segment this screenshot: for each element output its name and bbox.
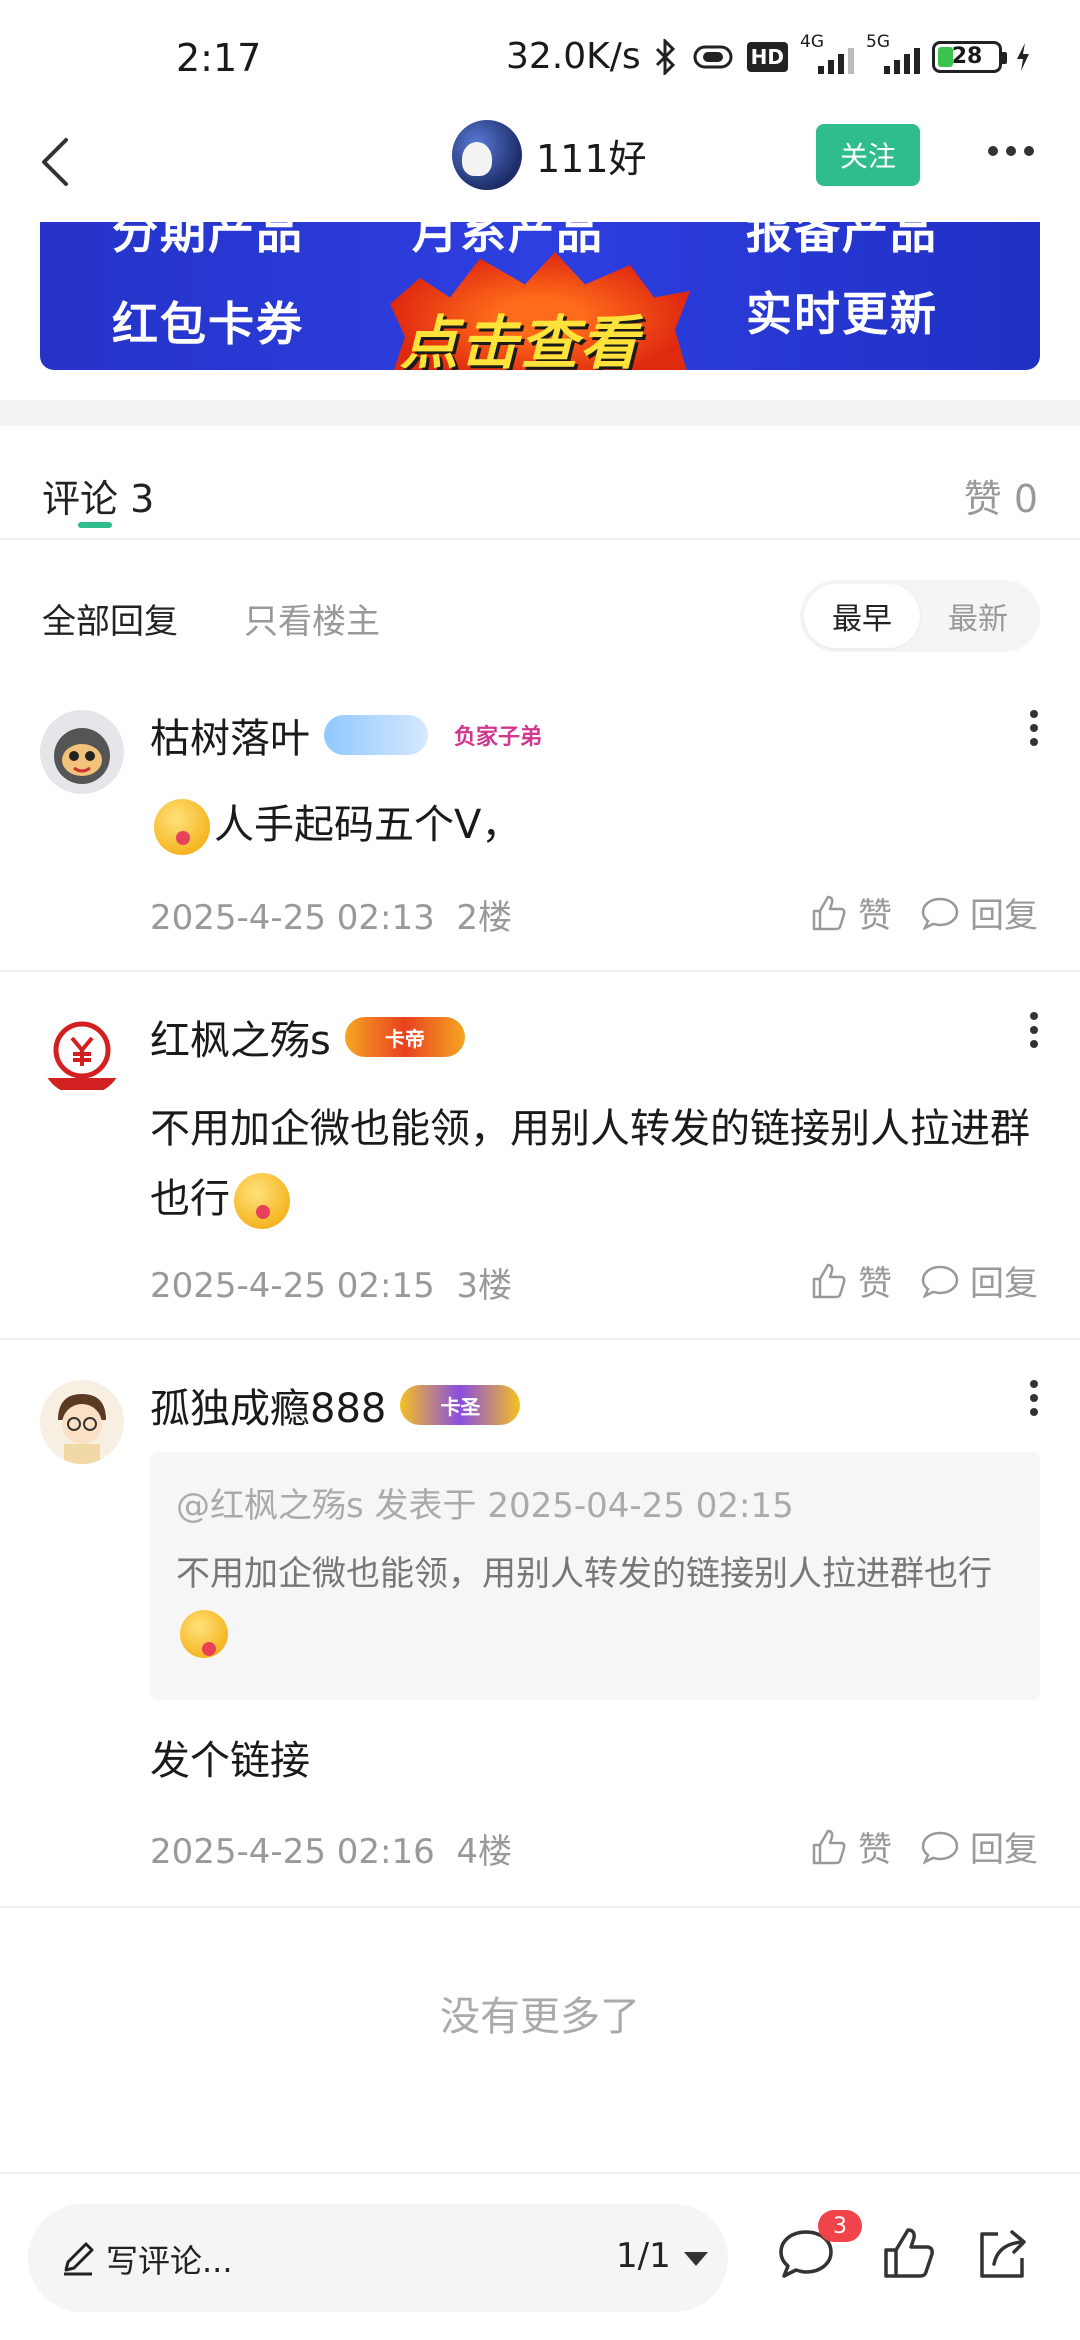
quote-header: @红枫之殇s 发表于 2025-04-25 02:15 bbox=[176, 1486, 794, 1526]
comment-count-badge: 3 bbox=[818, 2210, 862, 2242]
thumbs-up-icon bbox=[812, 895, 846, 930]
reply-button[interactable]: 回复 bbox=[920, 1256, 1038, 1305]
bluetooth-icon bbox=[655, 38, 675, 75]
write-comment-input[interactable]: 写评论... 1/1 bbox=[28, 2204, 728, 2312]
filter-all-replies[interactable]: 全部回复 bbox=[42, 594, 178, 643]
chat-bubble-icon bbox=[921, 897, 959, 931]
comment-text: 不用加企微也能领，用别人转发的链接别人拉进群也行 bbox=[150, 1094, 1050, 1234]
thumbs-up-icon bbox=[812, 1829, 846, 1864]
comment-meta: 2025-4-25 02:15 3楼 bbox=[150, 1258, 512, 1307]
comment-floor: 4楼 bbox=[456, 1832, 513, 1872]
status-time: 2:17 bbox=[176, 36, 262, 80]
emoji-icon bbox=[180, 1609, 228, 1658]
charging-icon bbox=[1017, 42, 1029, 71]
banner-text-monthly: 月系产品 bbox=[412, 222, 604, 259]
quoted-reply[interactable]: @红枫之殇s 发表于 2025-04-25 02:15 不用加企微也能领，用别人… bbox=[150, 1452, 1040, 1700]
tab-likes[interactable]: 赞 0 bbox=[964, 468, 1038, 523]
comment-time: 2025-4-25 02:13 bbox=[150, 898, 435, 938]
status-icons: 32.0K/s HD 4G 5G 28 bbox=[506, 32, 1032, 77]
comment-actions: 赞 回复 bbox=[808, 1256, 1038, 1305]
comment-text: 发个链接 bbox=[150, 1738, 310, 1784]
banner-text-realtime: 实时更新 bbox=[746, 287, 938, 341]
banner-text-coupons: 红包卡券 bbox=[112, 297, 304, 351]
chevron-down-icon[interactable] bbox=[684, 2252, 708, 2266]
commenter-avatar[interactable] bbox=[40, 710, 124, 794]
thumbs-up-icon[interactable] bbox=[878, 2224, 938, 2284]
bottom-bar: 写评论... 1/1 3 bbox=[0, 2172, 1080, 2340]
comment-time: 2025-4-25 02:16 bbox=[150, 1832, 435, 1872]
vibrate-icon bbox=[693, 45, 733, 68]
user-badge: 卡圣 bbox=[400, 1385, 521, 1425]
tab-indicator bbox=[78, 522, 112, 528]
reply-filter: 全部回复 只看楼主 最早 最新 bbox=[0, 560, 1080, 670]
comment-tabs: 评论 3 赞 0 bbox=[0, 426, 1080, 540]
chat-bubble-icon bbox=[921, 1831, 959, 1865]
reply-button[interactable]: 回复 bbox=[920, 1822, 1038, 1871]
no-more-label: 没有更多了 bbox=[440, 1994, 640, 2040]
comment-meta: 2025-4-25 02:16 4楼 bbox=[150, 1824, 512, 1873]
page-indicator[interactable]: 1/1 bbox=[616, 2236, 671, 2276]
like-button[interactable]: 赞 bbox=[808, 1256, 892, 1305]
signal-5g-icon: 5G bbox=[866, 32, 920, 74]
section-divider bbox=[0, 400, 1080, 426]
battery-icon: 28 bbox=[932, 40, 1007, 73]
status-bar: 2:17 32.0K/s HD 4G 5G 28 bbox=[0, 0, 1080, 120]
comment-more-icon[interactable] bbox=[1030, 1012, 1038, 1048]
commenter-name-row: 孤独成瘾888 卡圣 bbox=[150, 1376, 521, 1434]
commenter-avatar[interactable] bbox=[40, 1012, 124, 1096]
comment-meta: 2025-4-25 02:13 2楼 bbox=[150, 890, 512, 939]
thumbs-up-icon bbox=[812, 1263, 846, 1298]
back-arrow-icon[interactable] bbox=[28, 132, 88, 192]
comment-item: 孤独成瘾888 卡圣 @红枫之殇s 发表于 2025-04-25 02:15 不… bbox=[0, 1340, 1080, 1908]
sort-earliest[interactable]: 最早 bbox=[804, 584, 920, 648]
banner-text-installment: 分期产品 bbox=[112, 222, 304, 259]
share-icon[interactable] bbox=[972, 2224, 1032, 2284]
comment-item: 枯树落叶 负家子弟 人手起码五个V， 2025-4-25 02:13 2楼 赞 … bbox=[0, 670, 1080, 972]
comment-actions: 赞 回复 bbox=[808, 888, 1038, 937]
tab-comments[interactable]: 评论 3 bbox=[42, 468, 154, 523]
comment-text: 人手起码五个V， bbox=[150, 790, 1050, 860]
pencil-icon bbox=[64, 2242, 94, 2276]
author-name[interactable]: 111好 bbox=[536, 128, 647, 183]
banner-text-report: 报备产品 bbox=[746, 222, 938, 259]
user-badge bbox=[324, 715, 428, 755]
commenter-name[interactable]: 红枫之殇s bbox=[150, 1008, 331, 1066]
comment-actions: 赞 回复 bbox=[808, 1822, 1038, 1871]
hd-icon: HD bbox=[746, 41, 788, 72]
chat-bubble-icon bbox=[921, 1265, 959, 1299]
emoji-icon bbox=[234, 1173, 290, 1229]
commenter-name[interactable]: 枯树落叶 bbox=[150, 706, 310, 764]
like-button[interactable]: 赞 bbox=[808, 888, 892, 937]
commenter-name-row: 枯树落叶 负家子弟 bbox=[150, 706, 554, 764]
more-options-icon[interactable] bbox=[988, 146, 1034, 156]
top-nav: 111好 关注 bbox=[0, 110, 1080, 210]
user-badge: 卡帝 bbox=[344, 1017, 465, 1057]
banner-cta[interactable]: 点击查看 bbox=[400, 296, 640, 370]
filter-op-only[interactable]: 只看楼主 bbox=[244, 594, 380, 643]
comment-more-icon[interactable] bbox=[1030, 710, 1038, 746]
comment-item: 红枫之殇s 卡帝 不用加企微也能领，用别人转发的链接别人拉进群也行 2025-4… bbox=[0, 972, 1080, 1340]
commenter-name[interactable]: 孤独成瘾888 bbox=[150, 1376, 386, 1434]
commenter-name-row: 红枫之殇s 卡帝 bbox=[150, 1008, 465, 1066]
emoji-icon bbox=[154, 799, 210, 855]
quote-text: 不用加企微也能领，用别人转发的链接别人拉进群也行 bbox=[176, 1545, 1014, 1661]
user-badge: 负家子弟 bbox=[454, 725, 543, 750]
commenter-avatar[interactable] bbox=[40, 1380, 124, 1464]
comment-time: 2025-4-25 02:15 bbox=[150, 1266, 435, 1306]
sort-latest[interactable]: 最新 bbox=[920, 584, 1036, 648]
network-speed: 32.0K/s bbox=[506, 36, 641, 77]
follow-button[interactable]: 关注 bbox=[816, 124, 920, 186]
like-button[interactable]: 赞 bbox=[808, 1822, 892, 1871]
author-avatar[interactable] bbox=[452, 120, 522, 190]
author-info[interactable]: 111好 bbox=[452, 120, 647, 190]
sort-toggle: 最早 最新 bbox=[800, 580, 1040, 652]
comment-floor: 2楼 bbox=[456, 898, 513, 938]
comment-floor: 3楼 bbox=[456, 1266, 513, 1306]
comment-more-icon[interactable] bbox=[1030, 1380, 1038, 1416]
write-comment-placeholder[interactable]: 写评论... bbox=[106, 2236, 233, 2282]
signal-4g-icon: 4G bbox=[800, 32, 854, 74]
promo-banner[interactable]: 分期产品 红包卡券 月系产品 点击查看 报备产品 实时更新 bbox=[40, 222, 1040, 370]
reply-button[interactable]: 回复 bbox=[920, 888, 1038, 937]
